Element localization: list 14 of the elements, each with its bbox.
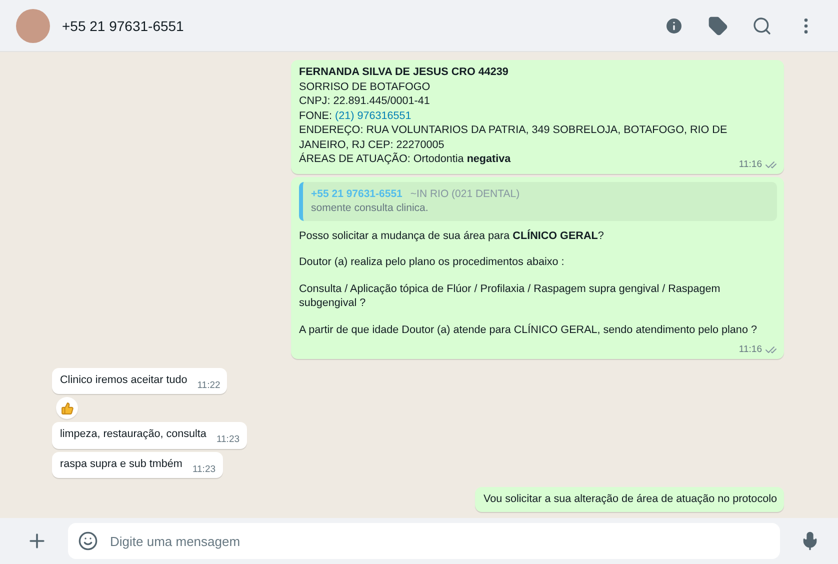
quote-name: ~IN RIO (021 DENTAL) bbox=[410, 188, 520, 200]
message-text: Consulta / Aplicação tópica de Flúor / Profilaxia / Raspagem supra gengival / Raspagem subgengival ? bbox=[299, 282, 722, 310]
contact-name: +55 21 97631-6551 bbox=[62, 18, 185, 34]
message-text: Vou solicitar a sua alteração de área de atuação no protocolo bbox=[483, 492, 777, 506]
sticker-icon[interactable] bbox=[78, 531, 98, 551]
quote-text: somente consulta clinica. bbox=[311, 201, 430, 216]
message-time: 11:16 bbox=[738, 343, 762, 357]
phone-link[interactable]: (21) 976316551 bbox=[335, 110, 412, 122]
message-text: Posso solicitar a mudança de sua área para CLÍNICO GERAL? bbox=[299, 228, 605, 243]
message-input[interactable]: Digite uma mensagem bbox=[68, 523, 780, 559]
reaction-badge[interactable] bbox=[56, 397, 78, 419]
quote-author: +55 21 97631-6551 bbox=[311, 188, 402, 200]
quoted-message[interactable]: +55 21 97631-6551 ~IN RIO (021 DENTAL) somente consulta clinica. bbox=[299, 182, 777, 220]
message-text: Doutor (a) realiza pelo plano os procedimentos abaixo : bbox=[299, 255, 566, 270]
